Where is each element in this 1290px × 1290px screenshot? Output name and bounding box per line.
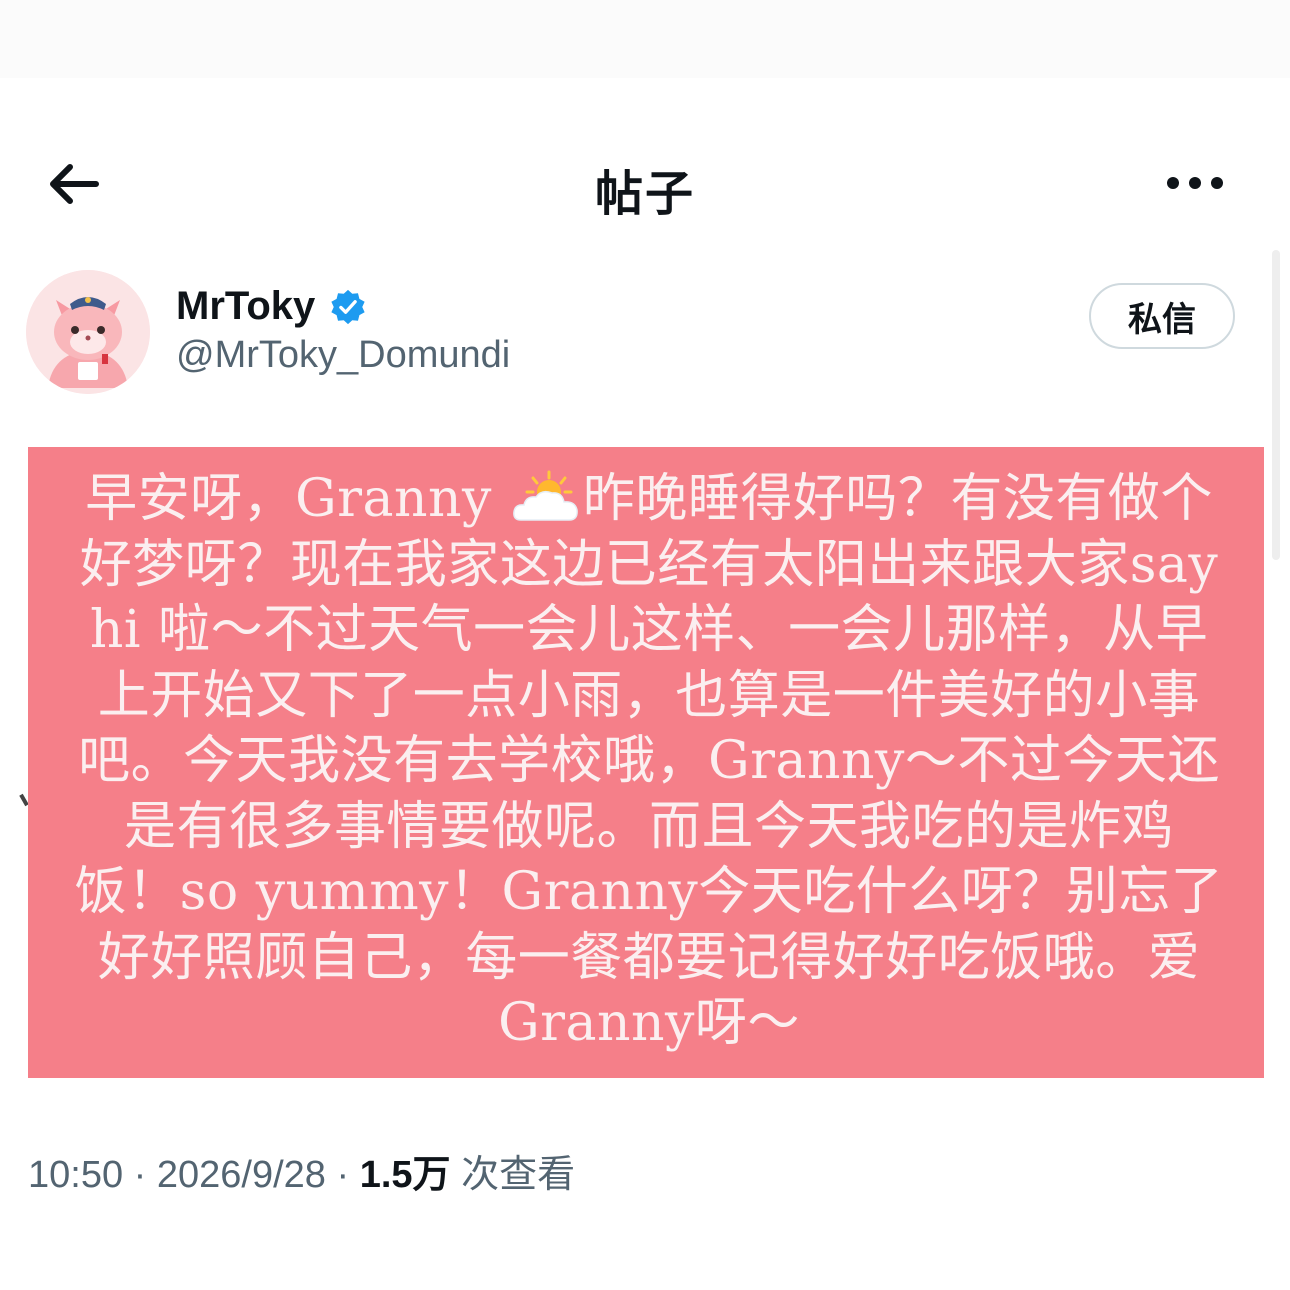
post-time[interactable]: 10:50 <box>28 1154 123 1196</box>
post-metadata: 10:50 · 2026/9/28 · 1.5万 次查看 <box>28 1143 575 1198</box>
post-image[interactable]: 早安呀，Granny 昨晚睡得好吗？有没有做个好梦呀？现在我家这边已经有太阳出来… <box>28 447 1264 1078</box>
avatar[interactable] <box>26 270 150 394</box>
fox-mascot-icon <box>26 270 150 394</box>
views-label: 次查看 <box>450 1154 576 1196</box>
user-handle[interactable]: @MrToky_Domundi <box>176 334 510 377</box>
meta-separator: · <box>123 1154 157 1196</box>
more-options-button[interactable] <box>1158 158 1232 208</box>
scrollbar[interactable] <box>1272 250 1280 560</box>
post-text: 早安呀，Granny 昨晚睡得好吗？有没有做个好梦呀？现在我家这边已经有太阳出来… <box>74 467 1224 1057</box>
post-text-rest: 昨晚睡得好吗？有没有做个好梦呀？现在我家这边已经有太阳出来跟大家say hi 啦… <box>74 469 1224 1053</box>
page-title: 帖子 <box>594 166 695 222</box>
post-text-start: 早安呀，Granny <box>85 469 509 529</box>
more-horizontal-icon <box>1167 177 1223 189</box>
display-name-row[interactable]: MrToky <box>176 284 367 329</box>
post-date[interactable]: 2026/9/28 <box>157 1154 326 1196</box>
verified-badge-icon <box>331 289 365 324</box>
status-bar-area <box>0 0 1290 78</box>
views-count[interactable]: 1.5万 <box>360 1154 451 1196</box>
sun-behind-cloud-icon <box>513 470 578 521</box>
top-nav-bar: 帖子 <box>0 128 1290 238</box>
display-name[interactable]: MrToky <box>176 284 315 329</box>
meta-separator: · <box>325 1154 360 1196</box>
direct-message-button[interactable]: 私信 <box>1089 283 1235 349</box>
